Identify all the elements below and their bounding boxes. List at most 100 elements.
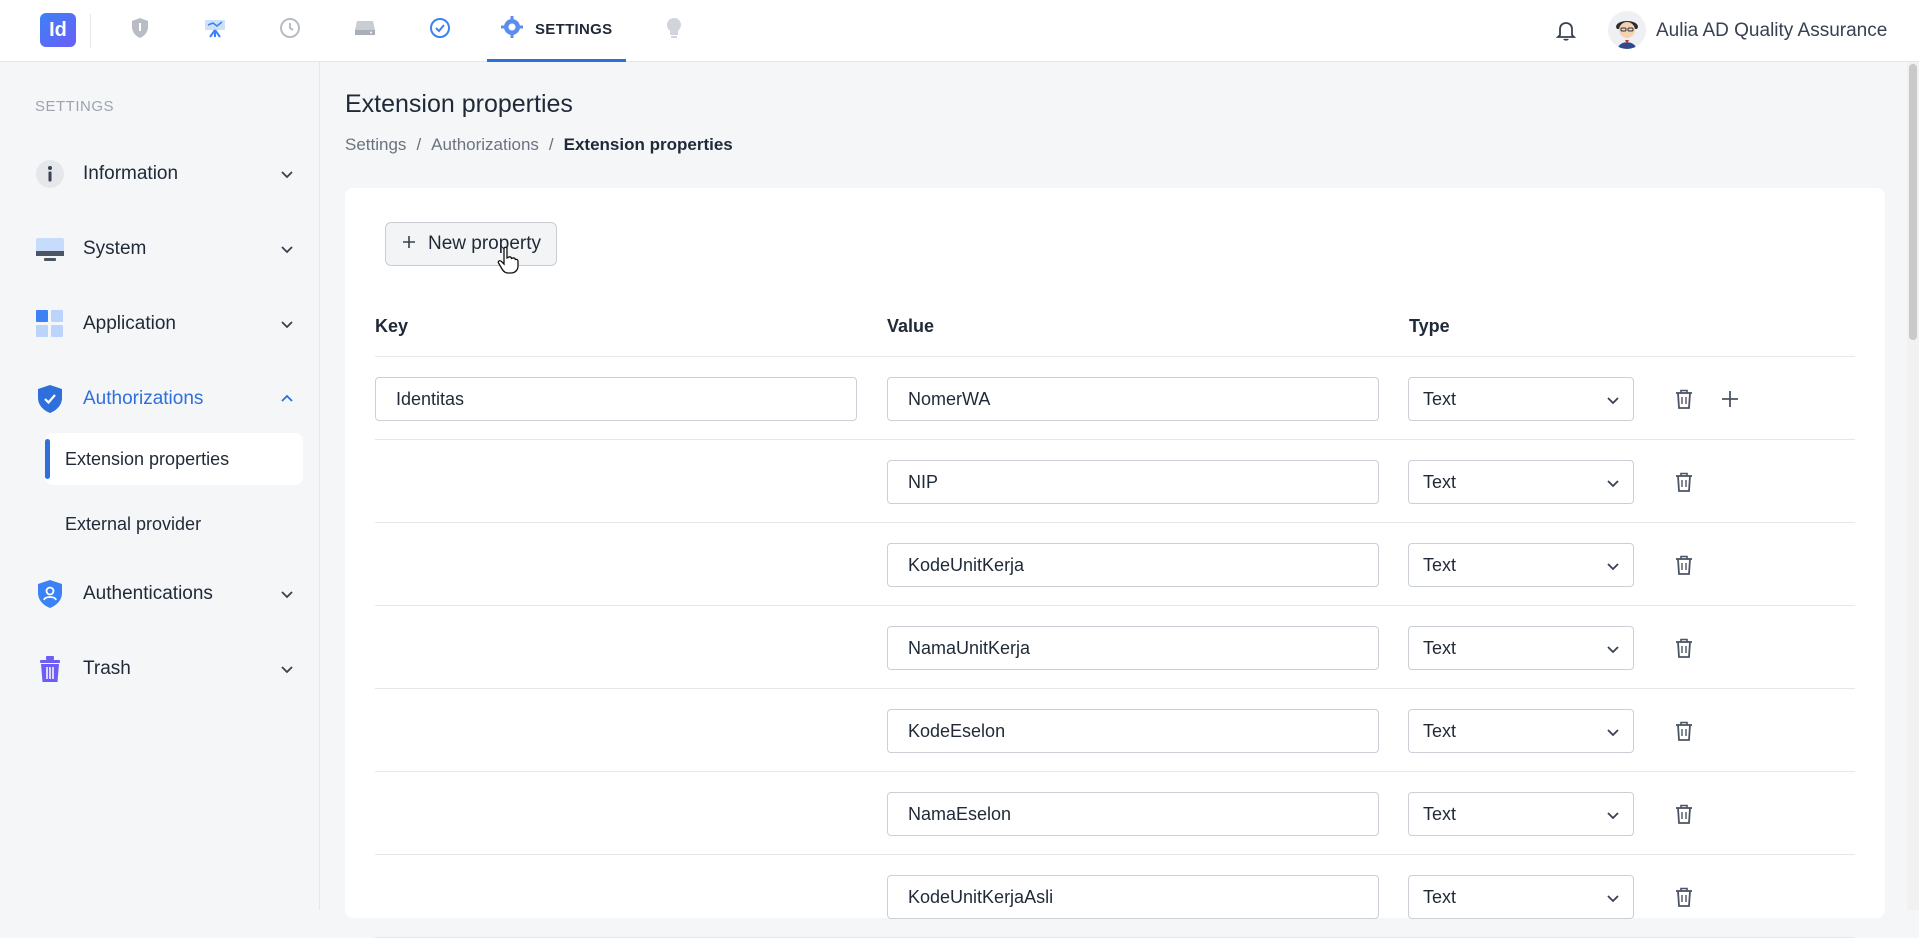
chevron-down-icon bbox=[279, 586, 295, 602]
chevron-down-icon bbox=[1605, 890, 1621, 906]
trash-icon bbox=[35, 654, 65, 684]
chevron-down-icon bbox=[279, 166, 295, 182]
delete-icon[interactable] bbox=[1672, 719, 1696, 743]
divider bbox=[90, 14, 91, 48]
sidebar-heading: SETTINGS bbox=[35, 98, 115, 115]
delete-icon[interactable] bbox=[1672, 387, 1696, 411]
value-input[interactable] bbox=[887, 543, 1379, 587]
column-header-key: Key bbox=[375, 316, 409, 336]
breadcrumb-authorizations[interactable]: Authorizations bbox=[431, 135, 539, 155]
shield-check-icon bbox=[35, 384, 65, 414]
sidebar-item-label: Authentications bbox=[83, 583, 213, 604]
notification-bell-icon[interactable] bbox=[1554, 18, 1578, 42]
table-row: Text bbox=[375, 689, 1855, 772]
chevron-down-icon bbox=[1605, 475, 1621, 491]
type-select[interactable]: Text bbox=[1408, 543, 1634, 587]
sidebar-item-label: Trash bbox=[83, 658, 131, 679]
new-property-button[interactable]: New property bbox=[385, 222, 557, 266]
check-circle-icon[interactable] bbox=[428, 16, 452, 40]
sidebar-item-authorizations[interactable]: Authorizations bbox=[35, 379, 295, 419]
add-value-icon[interactable] bbox=[1718, 387, 1742, 411]
delete-icon[interactable] bbox=[1672, 470, 1696, 494]
chevron-down-icon bbox=[279, 241, 295, 257]
chevron-up-icon bbox=[279, 391, 295, 407]
type-select-value: Text bbox=[1423, 803, 1457, 824]
delete-icon[interactable] bbox=[1672, 885, 1696, 909]
new-property-label: New property bbox=[428, 233, 541, 254]
sidebar-item-label: Information bbox=[83, 163, 179, 184]
chevron-down-icon bbox=[1605, 724, 1621, 740]
type-select-value: Text bbox=[1423, 637, 1457, 658]
delete-icon[interactable] bbox=[1672, 802, 1696, 826]
key-input[interactable] bbox=[375, 377, 857, 421]
app-logo[interactable]: Id bbox=[40, 13, 76, 47]
info-icon bbox=[35, 159, 65, 189]
type-select[interactable]: Text bbox=[1408, 709, 1634, 753]
type-select-value: Text bbox=[1423, 471, 1457, 492]
type-select[interactable]: Text bbox=[1408, 377, 1634, 421]
plus-icon bbox=[402, 233, 416, 255]
chevron-down-icon bbox=[279, 316, 295, 332]
tab-settings[interactable]: SETTINGS bbox=[487, 0, 627, 62]
user-name[interactable]: Aulia AD Quality Assurance bbox=[1656, 20, 1887, 42]
chevron-down-icon bbox=[1605, 392, 1621, 408]
top-bar: Id SETTINGS Aulia AD Quality Assurance bbox=[0, 0, 1919, 62]
value-input[interactable] bbox=[887, 626, 1379, 670]
type-select-value: Text bbox=[1423, 388, 1457, 409]
drive-icon[interactable] bbox=[353, 16, 377, 40]
type-select[interactable]: Text bbox=[1408, 460, 1634, 504]
sidebar-item-label: Authorizations bbox=[83, 388, 204, 409]
column-header-value: Value bbox=[887, 316, 935, 336]
chevron-down-icon bbox=[1605, 641, 1621, 657]
value-input[interactable] bbox=[887, 460, 1379, 504]
sidebar-item-trash[interactable]: Trash bbox=[35, 649, 295, 689]
history-icon[interactable] bbox=[278, 16, 302, 40]
shield-user-icon bbox=[35, 579, 65, 609]
page-title: Extension properties bbox=[345, 90, 573, 118]
chevron-down-icon bbox=[1605, 807, 1621, 823]
breadcrumb-separator: / bbox=[548, 135, 554, 154]
type-select[interactable]: Text bbox=[1408, 792, 1634, 836]
scrollbar-thumb[interactable] bbox=[1909, 64, 1917, 340]
chevron-down-icon bbox=[1605, 558, 1621, 574]
avatar[interactable] bbox=[1608, 11, 1646, 49]
sidebar-item-label: Application bbox=[83, 313, 176, 334]
table-row: Text bbox=[375, 440, 1855, 523]
shield-icon[interactable] bbox=[128, 16, 152, 40]
type-select-value: Text bbox=[1423, 554, 1457, 575]
type-select-value: Text bbox=[1423, 886, 1457, 907]
submenu-external-provider[interactable]: External provider bbox=[45, 498, 303, 550]
table-row: Text bbox=[375, 855, 1855, 938]
table-row: Text bbox=[375, 606, 1855, 689]
type-select[interactable]: Text bbox=[1408, 626, 1634, 670]
breadcrumb-current: Extension properties bbox=[563, 135, 733, 154]
chevron-down-icon bbox=[279, 661, 295, 677]
sidebar-item-application[interactable]: Application bbox=[35, 304, 295, 344]
sidebar-item-information[interactable]: Information bbox=[35, 154, 295, 194]
sidebar-item-system[interactable]: System bbox=[35, 229, 295, 269]
delete-icon[interactable] bbox=[1672, 636, 1696, 660]
table-row: Text bbox=[375, 357, 1855, 440]
tab-settings-label: SETTINGS bbox=[535, 21, 613, 38]
bulb-icon[interactable] bbox=[662, 16, 686, 40]
grid-icon bbox=[35, 309, 65, 339]
breadcrumb-separator: / bbox=[416, 135, 422, 154]
value-input[interactable] bbox=[887, 792, 1379, 836]
value-input[interactable] bbox=[887, 875, 1379, 919]
sidebar-item-authentications[interactable]: Authentications bbox=[35, 574, 295, 614]
table-row: Text bbox=[375, 523, 1855, 606]
value-input[interactable] bbox=[887, 377, 1379, 421]
table-row: Text bbox=[375, 772, 1855, 855]
presentation-icon[interactable] bbox=[203, 16, 227, 40]
monitor-icon bbox=[35, 234, 65, 264]
value-input[interactable] bbox=[887, 709, 1379, 753]
delete-icon[interactable] bbox=[1672, 553, 1696, 577]
column-header-type: Type bbox=[1409, 316, 1450, 336]
breadcrumb-settings[interactable]: Settings bbox=[345, 135, 406, 155]
scrollbar[interactable] bbox=[1907, 62, 1919, 910]
submenu-extension-properties[interactable]: Extension properties bbox=[45, 433, 303, 485]
hand-cursor-icon bbox=[497, 246, 519, 274]
breadcrumb: Settings / Authorizations / Extension pr… bbox=[345, 135, 733, 155]
sidebar-item-label: System bbox=[83, 238, 147, 259]
type-select[interactable]: Text bbox=[1408, 875, 1634, 919]
